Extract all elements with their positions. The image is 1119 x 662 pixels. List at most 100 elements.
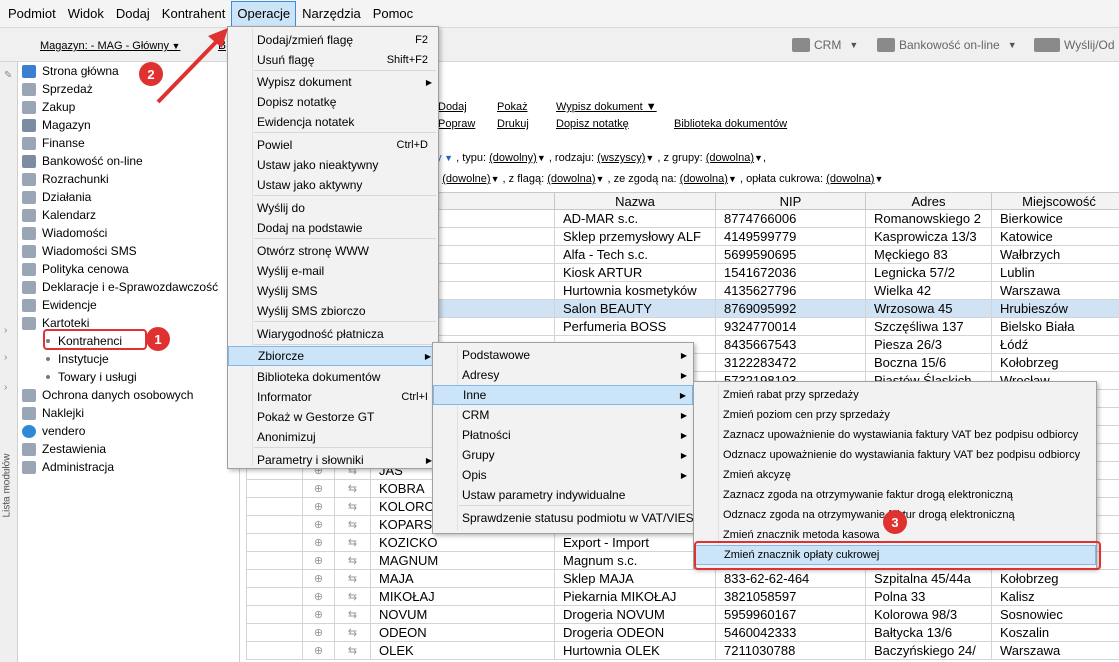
- pin-icon[interactable]: ✎: [4, 70, 12, 81]
- sidebar-item-dzialania[interactable]: Działania: [18, 188, 238, 206]
- col-nazwa[interactable]: Nazwa: [554, 192, 716, 210]
- operacje-menu-item[interactable]: Dodaj/zmień flagę F2: [228, 30, 438, 50]
- menu-podmiot[interactable]: Podmiot: [2, 1, 62, 27]
- sidebar-item-vendero[interactable]: vendero: [18, 422, 238, 440]
- filter-zgoda[interactable]: (dowolna): [680, 173, 728, 185]
- filter-oplata-cukrowa[interactable]: (dowolna): [826, 173, 874, 185]
- operacje-menu-item[interactable]: Powiel Ctrl+D: [228, 135, 438, 155]
- sidebar-item-sprzedaz[interactable]: Sprzedaż: [18, 80, 238, 98]
- filter-rodzaju[interactable]: (wszyscy): [597, 152, 645, 164]
- operacje-menu-item[interactable]: Anonimizuj: [228, 427, 438, 447]
- zbiorcze-menu-item[interactable]: Sprawdzenie statusu podmiotu w VAT/VIES: [433, 508, 694, 528]
- sidebar-item-naklejki[interactable]: Naklejki: [18, 404, 238, 422]
- table-row[interactable]: ⊕ ⇆ NOVUM Drogeria NOVUM 5959960167 Kolorowa …: [246, 605, 1119, 624]
- zbiorcze-menu-item[interactable]: Płatności ▶: [433, 425, 693, 445]
- action-pokaz[interactable]: Pokaż: [497, 101, 528, 113]
- operacje-menu-item[interactable]: Ustaw jako nieaktywny: [228, 155, 438, 175]
- operacje-menu-item[interactable]: Wiarygodność płatnicza: [228, 324, 438, 344]
- crm-button[interactable]: CRM ▼: [792, 38, 858, 52]
- col-nip[interactable]: NIP: [715, 192, 866, 210]
- magazyn-selector[interactable]: Magazyn: - MAG - Główny ▼: [40, 40, 180, 52]
- sidebar-item-wiadomosci-sms[interactable]: Wiadomości SMS: [18, 242, 238, 260]
- sidebar-item-polityka-cenowa[interactable]: Polityka cenowa: [18, 260, 238, 278]
- sidebar-item-zestawienia[interactable]: Zestawienia: [18, 440, 238, 458]
- zbiorcze-menu-item[interactable]: Podstawowe ▶: [433, 345, 693, 365]
- operacje-menu-item[interactable]: Informator Ctrl+I: [228, 387, 438, 407]
- sidebar-item-instytucje[interactable]: Instytucje: [18, 350, 238, 368]
- zbiorcze-menu-item[interactable]: CRM ▶: [433, 405, 693, 425]
- menu-widok[interactable]: Widok: [62, 1, 110, 27]
- operacje-menu-item[interactable]: Ewidencja notatek: [228, 112, 438, 132]
- filter-grupy[interactable]: (dowolna): [706, 152, 754, 164]
- action-dodaj[interactable]: Dodaj: [438, 101, 467, 113]
- inne-menu-item[interactable]: Zmień poziom cen przy sprzedaży: [694, 405, 1096, 425]
- chevron-right-icon[interactable]: ›: [4, 497, 7, 508]
- sidebar-item-deklaracje[interactable]: Deklaracje i e-Sprawozdawczość: [18, 278, 238, 296]
- toolbar-b-button[interactable]: B: [218, 38, 226, 52]
- table-row[interactable]: ⊕ ⇆ ODEON Drogeria ODEON 5460042333 Bałtycka …: [246, 623, 1119, 642]
- inne-menu-item[interactable]: Zmień rabat przy sprzedaży: [694, 385, 1096, 405]
- bank-online-button[interactable]: Bankowość on-line ▼: [877, 38, 1017, 52]
- col-adres[interactable]: Adres: [865, 192, 992, 210]
- inne-menu-item[interactable]: Odznacz upoważnienie do wystawiania fakt…: [694, 445, 1096, 465]
- action-biblioteka[interactable]: Biblioteka dokumentów: [674, 118, 787, 130]
- zbiorcze-menu-item[interactable]: Inne ▶: [433, 385, 693, 405]
- chevron-right-icon[interactable]: ›: [4, 482, 7, 493]
- table-row[interactable]: ⊕ ⇆ MIKOŁAJ Piekarnia MIKOŁAJ 3821058597 Poln…: [246, 587, 1119, 606]
- filter-flaga[interactable]: (dowolna): [547, 173, 595, 185]
- col-miejscowosc[interactable]: Miejscowość: [991, 192, 1119, 210]
- filter-a[interactable]: (dowolne): [442, 173, 490, 185]
- chevron-right-icon[interactable]: ›: [4, 325, 7, 336]
- zbiorcze-menu-item[interactable]: Adresy ▶: [433, 365, 693, 385]
- operacje-menu-item[interactable]: Wyślij SMS zbiorczo: [228, 301, 438, 321]
- operacje-menu-item[interactable]: Otwórz stronę WWW: [228, 241, 438, 261]
- operacje-menu-item[interactable]: Parametry i słowniki ▶: [228, 450, 438, 470]
- operacje-menu-item[interactable]: Wyślij do: [228, 198, 438, 218]
- modules-strip[interactable]: ✎ › › › Lista modułów › › ›: [0, 62, 18, 662]
- action-popraw[interactable]: Popraw: [438, 118, 475, 130]
- inne-menu-item[interactable]: Zaznacz zgoda na otrzymywanie faktur dro…: [694, 485, 1096, 505]
- operacje-menu-item[interactable]: Pokaż w Gestorze GT: [228, 407, 438, 427]
- sidebar-item-bankowosc[interactable]: Bankowość on-line: [18, 152, 238, 170]
- operacje-menu-item[interactable]: Wyślij e-mail: [228, 261, 438, 281]
- action-dopisz-notatke[interactable]: Dopisz notatkę: [556, 118, 629, 130]
- menu-dodaj[interactable]: Dodaj: [110, 1, 156, 27]
- zbiorcze-menu-item[interactable]: Grupy ▶: [433, 445, 693, 465]
- inne-menu-item[interactable]: Zaznacz upoważnienie do wystawiania fakt…: [694, 425, 1096, 445]
- menu-narzedzia[interactable]: Narzędzia: [296, 1, 367, 27]
- sidebar-item-strona-glowna[interactable]: Strona główna: [18, 62, 238, 80]
- operacje-menu-item[interactable]: Usuń flagę Shift+F2: [228, 50, 438, 70]
- sidebar-item-kalendarz[interactable]: Kalendarz: [18, 206, 238, 224]
- sidebar-item-finanse[interactable]: Finanse: [18, 134, 238, 152]
- sidebar-item-ochrona-danych[interactable]: Ochrona danych osobowych: [18, 386, 238, 404]
- chevron-right-icon[interactable]: ›: [4, 467, 7, 478]
- action-drukuj[interactable]: Drukuj: [497, 118, 529, 130]
- table-row[interactable]: ⊕ ⇆ OLEK Hurtownia OLEK 7211030788 Baczyńskie…: [246, 641, 1119, 660]
- operacje-menu-item[interactable]: Biblioteka dokumentów: [228, 367, 438, 387]
- chevron-right-icon[interactable]: ›: [4, 352, 7, 363]
- sidebar-item-towary[interactable]: Towary i usługi: [18, 368, 238, 386]
- filter-typu[interactable]: (dowolny): [489, 152, 537, 164]
- operacje-menu-item[interactable]: Dopisz notatkę: [228, 92, 438, 112]
- operacje-menu-item[interactable]: Dodaj na podstawie: [228, 218, 438, 238]
- sidebar-item-magazyn[interactable]: Magazyn: [18, 116, 238, 134]
- operacje-menu-item[interactable]: Wypisz dokument ▶: [228, 72, 438, 92]
- zbiorcze-menu-item[interactable]: Opis ▶: [433, 465, 693, 485]
- operacje-menu-item[interactable]: Ustaw jako aktywny: [228, 175, 438, 195]
- menu-operacje[interactable]: Operacje: [231, 0, 297, 27]
- action-wypisz-dokument[interactable]: Wypisz dokument ▼: [556, 101, 657, 113]
- chevron-right-icon[interactable]: ›: [4, 382, 7, 393]
- send-receive-button[interactable]: Wyślij/Od: [1034, 38, 1115, 52]
- inne-menu-item[interactable]: Zmień akcyzę: [694, 465, 1096, 485]
- sidebar-item-rozrachunki[interactable]: Rozrachunki: [18, 170, 238, 188]
- table-row[interactable]: ⊕ ⇆ MAJA Sklep MAJA 833-62-62-464 Szpitalna 4…: [246, 569, 1119, 588]
- sidebar-item-administracja[interactable]: Administracja: [18, 458, 238, 476]
- operacje-menu-item[interactable]: Wyślij SMS: [228, 281, 438, 301]
- sidebar-item-wiadomosci[interactable]: Wiadomości: [18, 224, 238, 242]
- sidebar-item-zakup[interactable]: Zakup: [18, 98, 238, 116]
- zbiorcze-menu-item[interactable]: Ustaw parametry indywidualne: [433, 485, 693, 505]
- menu-kontrahent[interactable]: Kontrahent: [156, 1, 232, 27]
- operacje-menu-item[interactable]: Zbiorcze ▶: [228, 346, 438, 366]
- sidebar-item-ewidencje[interactable]: Ewidencje: [18, 296, 238, 314]
- menu-pomoc[interactable]: Pomoc: [367, 1, 419, 27]
